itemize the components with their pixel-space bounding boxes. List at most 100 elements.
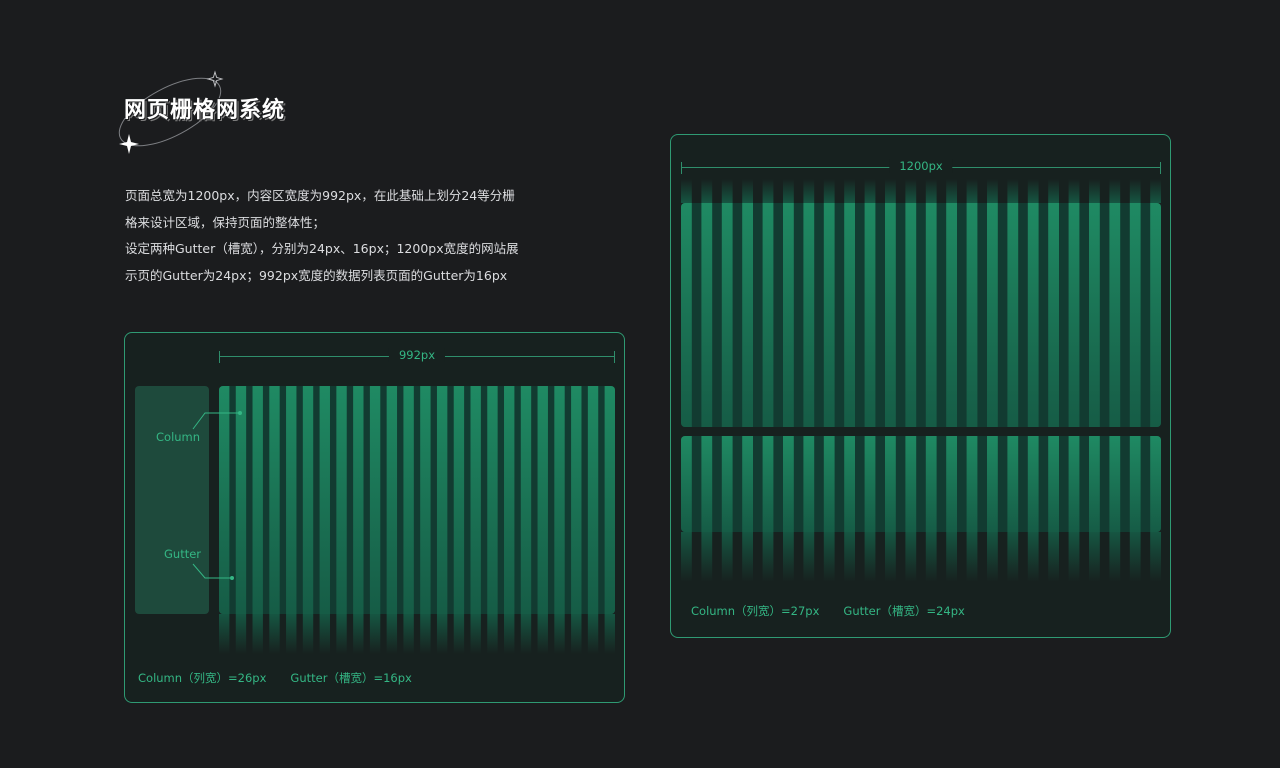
grid-column (470, 386, 481, 614)
grid-column (520, 614, 532, 654)
description-line: 设定两种Gutter（槽宽），分别为24px、16px；1200px宽度的网站展 (125, 241, 519, 256)
grid-column (554, 614, 565, 654)
grid-column (286, 614, 297, 654)
grid-column (966, 203, 978, 427)
grid-column (905, 532, 917, 582)
grid-column (1129, 532, 1141, 582)
column-grid-upper-svg (681, 203, 1161, 427)
grid-column (864, 532, 876, 582)
grid-column (252, 614, 263, 654)
grid-column (487, 386, 498, 614)
grid-column (987, 532, 998, 582)
grid-column (701, 179, 713, 203)
grid-column (803, 436, 815, 532)
grid-column (571, 386, 582, 614)
grid-column (1068, 436, 1080, 532)
grid-column (864, 203, 876, 427)
gutter-annotation: Gutter (164, 547, 202, 561)
grid-column (823, 179, 835, 203)
grid-column (286, 386, 297, 614)
grid-column (966, 179, 978, 203)
grid-column (762, 532, 774, 582)
grid-column (1007, 179, 1019, 203)
grid-column (369, 386, 381, 614)
grid-column (844, 179, 855, 203)
grid-column (1109, 203, 1121, 427)
grid-column (681, 179, 692, 203)
grid-column (1048, 436, 1059, 532)
grid-column (946, 436, 957, 532)
grid-column (925, 179, 937, 203)
grid-column (336, 614, 347, 654)
grid-column (742, 532, 753, 582)
grid-column (783, 532, 794, 582)
grid-card-992: 992px Column Gutter Column（列宽）=26px Gutte… (124, 332, 625, 703)
grid-column (701, 532, 713, 582)
grid-column (1109, 532, 1121, 582)
title-block: 网页栅格网系统 (118, 70, 318, 160)
grid-column (302, 614, 314, 654)
grid-column (803, 179, 815, 203)
grid-column (844, 203, 855, 427)
grid-column (742, 179, 753, 203)
grid-column (1129, 203, 1141, 427)
grid-column (336, 386, 347, 614)
grid-column (762, 179, 774, 203)
grid-column (742, 436, 753, 532)
grid-column (1129, 436, 1141, 532)
grid-column (925, 203, 937, 427)
grid-column (1089, 179, 1100, 203)
grid-column (783, 179, 794, 203)
grid-column (925, 532, 937, 582)
sparkle-large-icon (119, 134, 139, 154)
grid-column (1089, 436, 1100, 532)
grid-column (987, 203, 998, 427)
legend-box (135, 386, 209, 614)
grid-column (1109, 436, 1121, 532)
grid-column (537, 614, 548, 654)
grid-column (987, 179, 998, 203)
grid-column (1068, 203, 1080, 427)
grid-column (823, 203, 835, 427)
grid-column (487, 614, 498, 654)
grid-column (269, 614, 280, 654)
column-spec: Column（列宽）=26px (138, 671, 267, 685)
grid-column (946, 203, 957, 427)
grid-column (701, 436, 713, 532)
grid-column (1027, 179, 1039, 203)
grid-column (885, 532, 896, 582)
grid-column (587, 614, 599, 654)
grid-column (1068, 179, 1080, 203)
grid-column (905, 436, 917, 532)
grid-column (1048, 532, 1059, 582)
grid-column (1150, 436, 1161, 532)
grid-column (235, 614, 247, 654)
grid-column (1150, 203, 1161, 427)
grid-column (701, 203, 713, 427)
grid-column (681, 532, 692, 582)
grid-column (1109, 179, 1121, 203)
grid-column (1129, 179, 1141, 203)
grid-column (803, 203, 815, 427)
grid-column (885, 203, 896, 427)
gutter-spec: Gutter（槽宽）=16px (290, 671, 412, 685)
grid-column (1150, 179, 1161, 203)
grid-column (453, 614, 465, 654)
grid-column (252, 386, 263, 614)
grid-column (403, 386, 414, 614)
grid-column (436, 614, 448, 654)
column-spec: Column（列宽）=27px (691, 604, 820, 618)
grid-column (453, 386, 465, 614)
grid-spec: Column（列宽）=27px Gutter（槽宽）=24px (691, 603, 989, 619)
grid-column (1027, 532, 1039, 582)
column-grid-upper (681, 203, 1161, 427)
gutter-spec: Gutter（槽宽）=24px (843, 604, 965, 618)
grid-column (721, 203, 733, 427)
grid-column (319, 614, 330, 654)
grid-column (386, 614, 398, 654)
column-grid-svg (219, 386, 615, 614)
grid-column (219, 386, 230, 614)
grid-column (571, 614, 582, 654)
grid-column (864, 179, 876, 203)
grid-column (1089, 203, 1100, 427)
